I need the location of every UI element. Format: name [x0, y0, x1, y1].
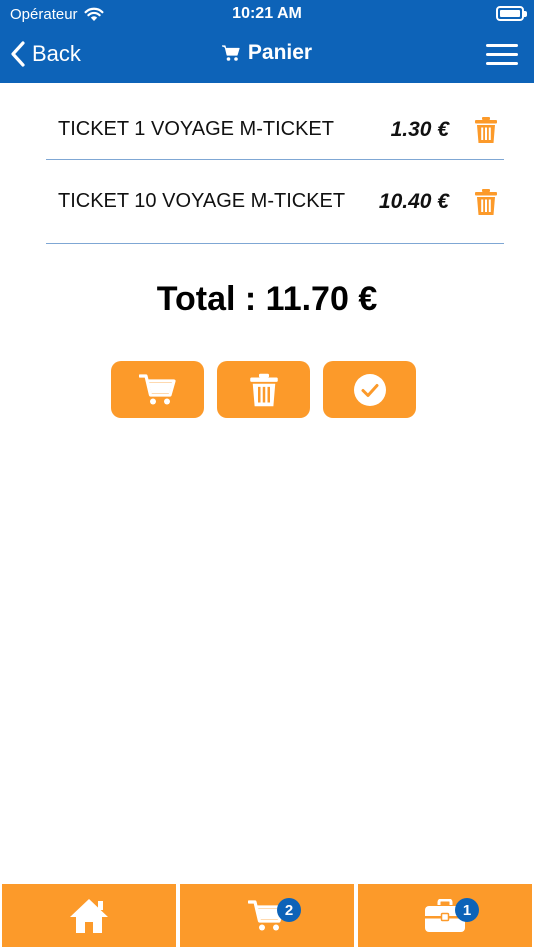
cart-item-name: TICKET 1 VOYAGE M-TICKET	[58, 118, 334, 140]
menu-icon[interactable]	[486, 44, 518, 66]
validate-order-button[interactable]	[323, 361, 416, 418]
page-title: Panier	[0, 41, 534, 65]
checkmark-icon	[353, 373, 386, 406]
battery-icon	[496, 6, 527, 21]
tab-bar: 2 1	[0, 884, 534, 950]
cart-item-name: TICKET 10 VOYAGE M-TICKET	[58, 190, 346, 212]
cart-actions	[111, 361, 416, 418]
cart-icon	[138, 373, 176, 404]
tab-cart[interactable]: 2	[180, 884, 354, 947]
trash-icon[interactable]	[474, 116, 498, 144]
tools-count-badge: 1	[455, 898, 479, 922]
tab-home[interactable]	[2, 884, 176, 947]
cart-item: TICKET 10 VOYAGE M-TICKET 10.40 €	[46, 160, 504, 244]
continue-shopping-button[interactable]	[111, 361, 204, 418]
cart-count-badge: 2	[277, 898, 301, 922]
app-root: Opérateur 10:21 AM Back Panier TICKET 1 …	[0, 0, 534, 950]
tab-tools[interactable]: 1	[358, 884, 532, 947]
cart-total: Total : 11.70 €	[156, 280, 378, 318]
trash-icon	[249, 373, 278, 406]
nav-bar: Back Panier	[0, 28, 534, 83]
cart-list: TICKET 1 VOYAGE M-TICKET 1.30 € TICKET 1…	[46, 100, 504, 244]
cart-icon	[221, 44, 240, 61]
header: Opérateur 10:21 AM Back Panier	[0, 0, 534, 83]
home-icon	[70, 898, 108, 933]
cart-item: TICKET 1 VOYAGE M-TICKET 1.30 €	[46, 100, 504, 160]
empty-cart-button[interactable]	[217, 361, 310, 418]
status-time: 10:21 AM	[232, 5, 302, 22]
trash-icon[interactable]	[474, 188, 498, 216]
cart-item-price: 1.30 €	[390, 117, 449, 141]
cart-item-price: 10.40 €	[378, 189, 449, 213]
status-bar: Opérateur 10:21 AM	[0, 0, 534, 28]
page-title-label: Panier	[247, 41, 313, 64]
